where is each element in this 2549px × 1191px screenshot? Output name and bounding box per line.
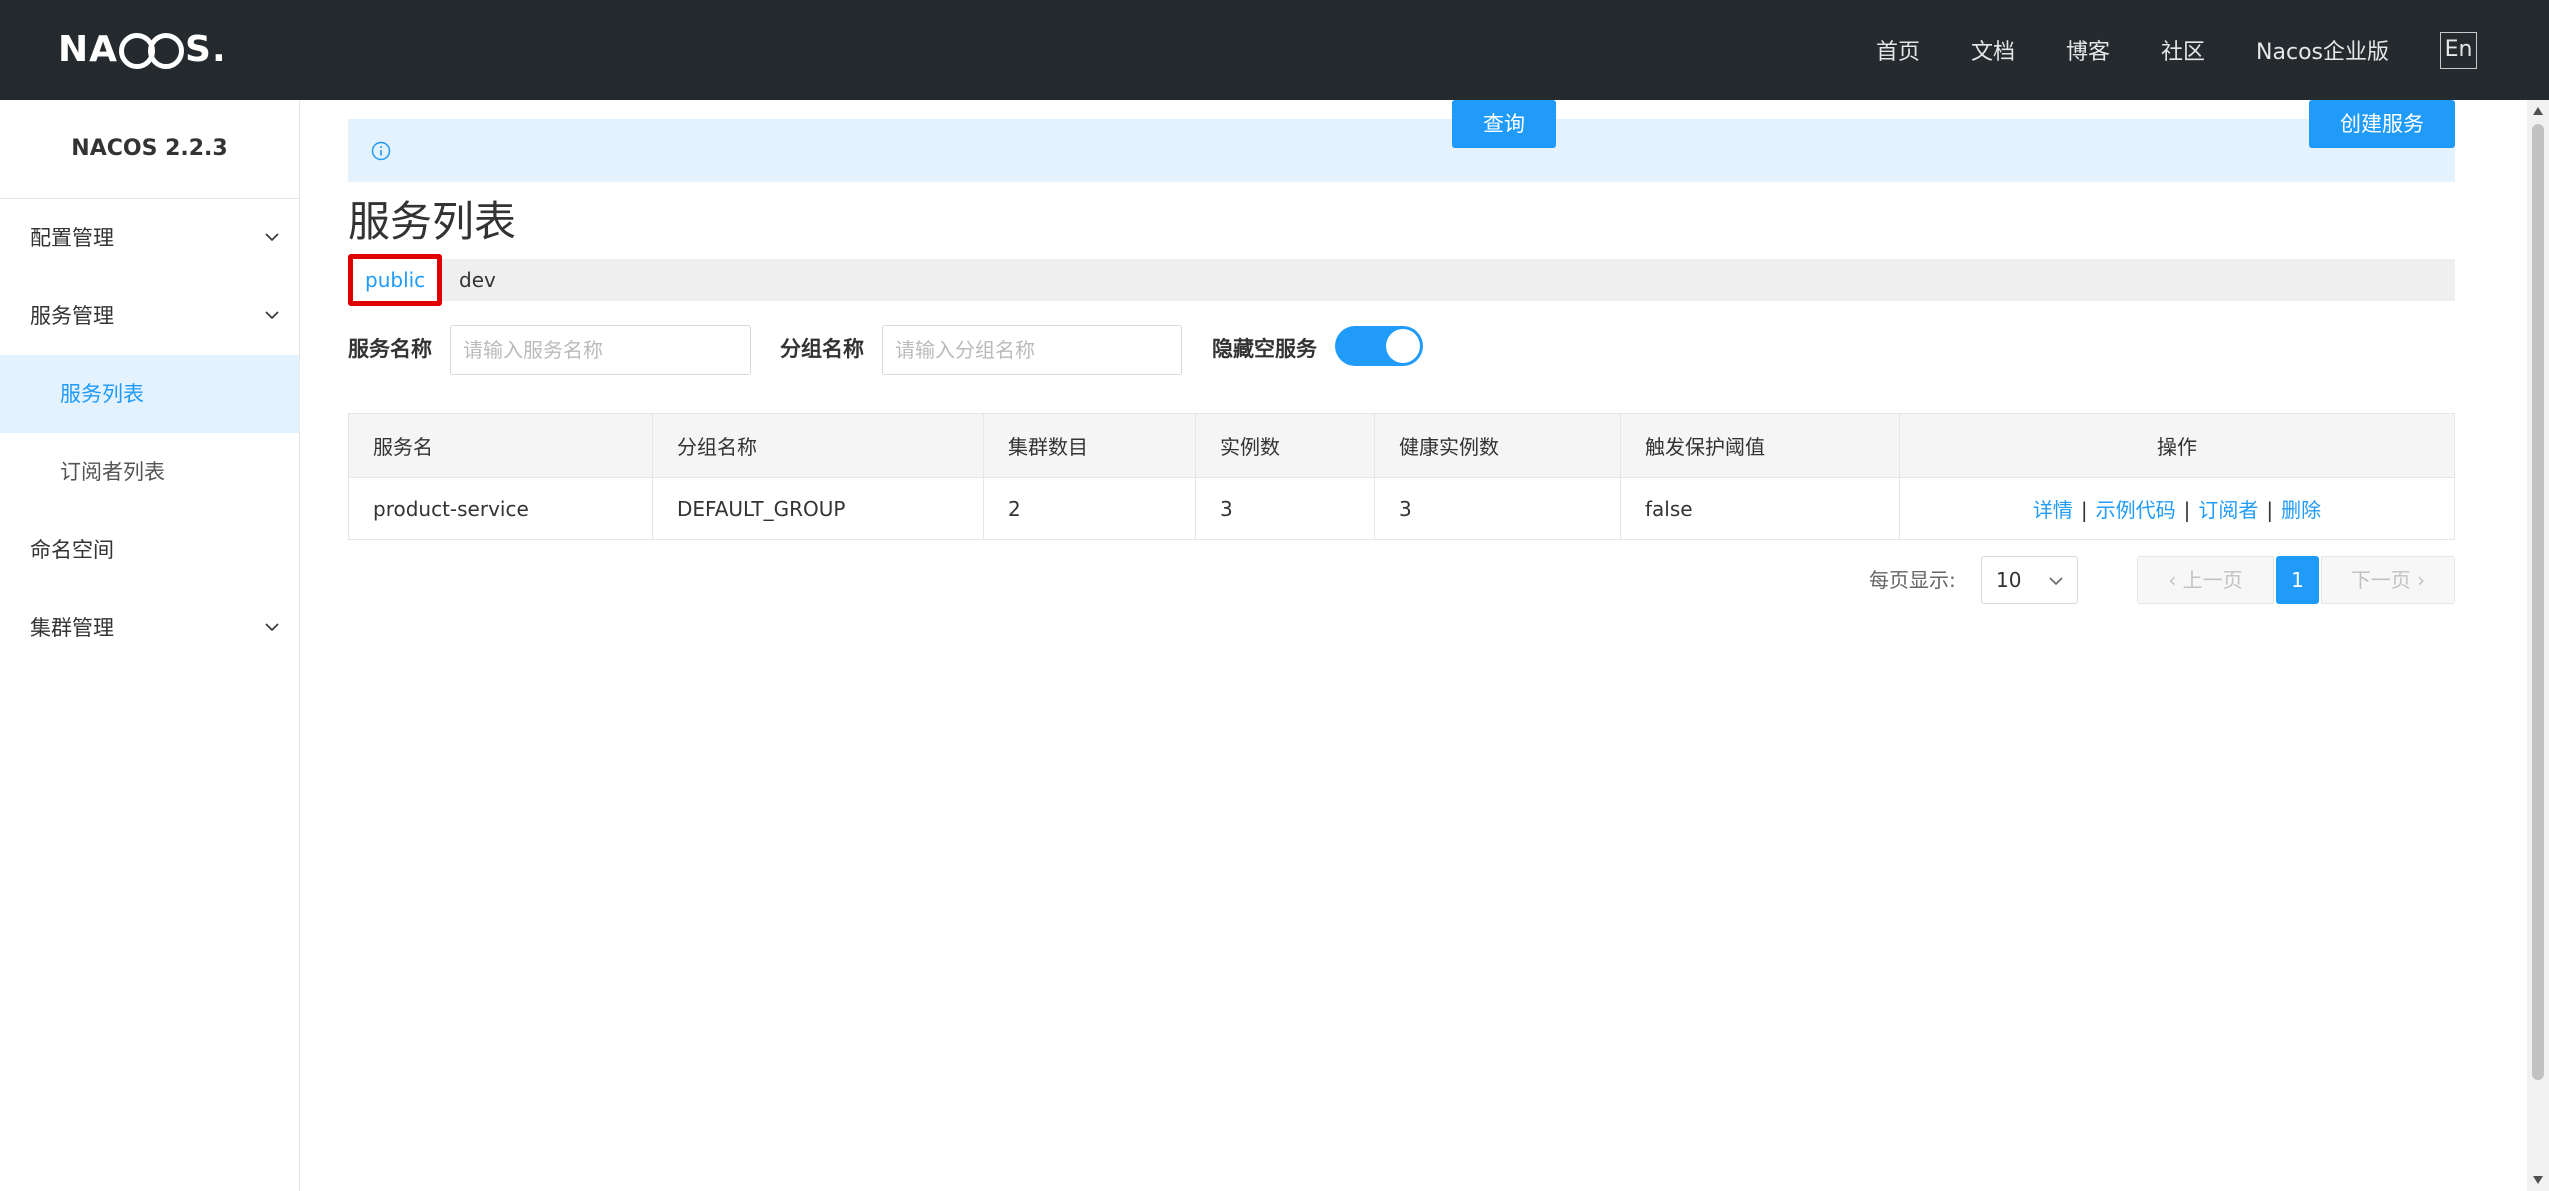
column-header-instance-count: 实例数 xyxy=(1195,413,1375,478)
action-separator: | xyxy=(2266,498,2274,522)
subscribers-link[interactable]: 订阅者 xyxy=(2198,498,2258,522)
service-table: 服务名 分组名称 集群数目 实例数 健康实例数 触发保护阈值 操作 produc… xyxy=(348,413,2455,540)
action-separator: | xyxy=(2080,498,2088,522)
hide-empty-services-label: 隐藏空服务 xyxy=(1212,337,1317,361)
cell-healthy-instance-count: 3 xyxy=(1374,477,1621,540)
sidebar-item-label: 命名空间 xyxy=(30,538,114,562)
main-content: 服务列表 public dev 服务名称 分组名称 隐藏空服务 查询 创建服务 … xyxy=(301,100,2521,1191)
page-size-select[interactable]: 10 xyxy=(1981,556,2078,604)
info-notice-bar xyxy=(348,119,2455,182)
hide-empty-services-toggle[interactable] xyxy=(1335,326,1423,366)
delete-link[interactable]: 删除 xyxy=(2281,498,2321,522)
nav-community[interactable]: 社区 xyxy=(2161,34,2205,66)
chevron-down-icon xyxy=(2049,577,2063,586)
nav-enterprise[interactable]: Nacos企业版 xyxy=(2256,34,2389,66)
next-page-button[interactable]: 下一页 › xyxy=(2321,556,2455,604)
chevron-left-icon: ‹ xyxy=(2168,568,2183,592)
cell-instance-count: 3 xyxy=(1195,477,1375,540)
logo-text-right: S xyxy=(185,29,212,70)
sidebar-item-config-management[interactable]: 配置管理 xyxy=(0,199,299,277)
logo-ring-icon xyxy=(148,33,184,69)
chevron-down-icon xyxy=(265,233,279,242)
sidebar-item-service-list[interactable]: 服务列表 xyxy=(0,355,299,433)
sidebar-item-label: 集群管理 xyxy=(30,616,114,640)
toggle-knob xyxy=(1386,329,1420,363)
page-number-button[interactable]: 1 xyxy=(2276,556,2319,604)
sidebar-item-cluster-management[interactable]: 集群管理 xyxy=(0,589,299,667)
chevron-down-icon xyxy=(265,311,279,320)
cell-protect-threshold: false xyxy=(1620,477,1900,540)
page-size-label: 每页显示: xyxy=(1869,568,1956,592)
service-name-input[interactable] xyxy=(450,325,751,375)
prev-page-label: 上一页 xyxy=(2182,568,2243,592)
cell-operations: 详情 | 示例代码 | 订阅者 | 删除 xyxy=(1899,477,2455,540)
nav-docs[interactable]: 文档 xyxy=(1971,34,2015,66)
column-header-healthy-instance-count: 健康实例数 xyxy=(1374,413,1621,478)
sidebar-item-service-management[interactable]: 服务管理 xyxy=(0,277,299,355)
info-icon xyxy=(371,141,391,161)
next-page-label: 下一页 xyxy=(2350,568,2411,592)
vertical-scrollbar[interactable] xyxy=(2527,100,2549,1191)
logo-dot: . xyxy=(211,29,227,70)
sample-code-link[interactable]: 示例代码 xyxy=(2096,498,2176,522)
sidebar-item-label: 配置管理 xyxy=(30,226,114,250)
sidebar-item-label: 服务管理 xyxy=(30,304,114,328)
nav-blog[interactable]: 博客 xyxy=(2066,34,2110,66)
sidebar-item-label: 订阅者列表 xyxy=(60,460,165,484)
table-header-row: 服务名 分组名称 集群数目 实例数 健康实例数 触发保护阈值 操作 xyxy=(348,413,2455,478)
sidebar-item-label: 服务列表 xyxy=(60,382,144,406)
nacos-logo[interactable]: NA S. xyxy=(58,28,227,72)
sidebar-version-title: NACOS 2.2.3 xyxy=(0,100,299,199)
sidebar-item-namespace[interactable]: 命名空间 xyxy=(0,511,299,589)
service-name-label: 服务名称 xyxy=(348,337,432,361)
column-header-cluster-count: 集群数目 xyxy=(983,413,1196,478)
group-name-input[interactable] xyxy=(882,325,1182,375)
column-header-group-name: 分组名称 xyxy=(652,413,984,478)
column-header-service-name: 服务名 xyxy=(348,413,653,478)
scroll-down-arrow-icon[interactable] xyxy=(2532,1175,2544,1185)
logo-text-left: NA xyxy=(58,29,118,70)
query-button[interactable]: 查询 xyxy=(1452,100,1556,148)
cell-group-name: DEFAULT_GROUP xyxy=(652,477,984,540)
column-header-operations: 操作 xyxy=(1899,413,2455,478)
namespace-bar: public dev xyxy=(348,254,2455,306)
details-link[interactable]: 详情 xyxy=(2033,498,2073,522)
scrollbar-thumb[interactable] xyxy=(2532,124,2544,1080)
nav-home[interactable]: 首页 xyxy=(1876,34,1920,66)
table-row: product-service DEFAULT_GROUP 2 3 3 fals… xyxy=(348,477,2455,540)
group-name-label: 分组名称 xyxy=(780,337,864,361)
sidebar: NACOS 2.2.3 配置管理 服务管理 服务列表 订阅者列表 命名空间 集群… xyxy=(0,100,300,1191)
namespace-public[interactable]: public xyxy=(348,254,443,306)
sidebar-item-subscriber-list[interactable]: 订阅者列表 xyxy=(0,433,299,511)
namespace-dev[interactable]: dev xyxy=(459,259,496,301)
page-size-value: 10 xyxy=(1996,568,2022,592)
top-navbar: NA S. 首页 文档 博客 社区 Nacos企业版 En xyxy=(0,0,2549,100)
chevron-right-icon: › xyxy=(2410,568,2426,592)
language-toggle-button[interactable]: En xyxy=(2440,31,2477,69)
scroll-up-arrow-icon[interactable] xyxy=(2532,106,2544,116)
action-separator: | xyxy=(2183,498,2191,522)
top-nav: 首页 文档 博客 社区 Nacos企业版 En xyxy=(1876,0,2549,100)
page-title: 服务列表 xyxy=(348,197,517,246)
cell-cluster-count: 2 xyxy=(983,477,1196,540)
chevron-down-icon xyxy=(265,623,279,632)
column-header-protect-threshold: 触发保护阈值 xyxy=(1620,413,1900,478)
create-service-button[interactable]: 创建服务 xyxy=(2309,100,2455,148)
prev-page-button[interactable]: ‹ 上一页 xyxy=(2137,556,2274,604)
cell-service-name: product-service xyxy=(348,477,653,540)
